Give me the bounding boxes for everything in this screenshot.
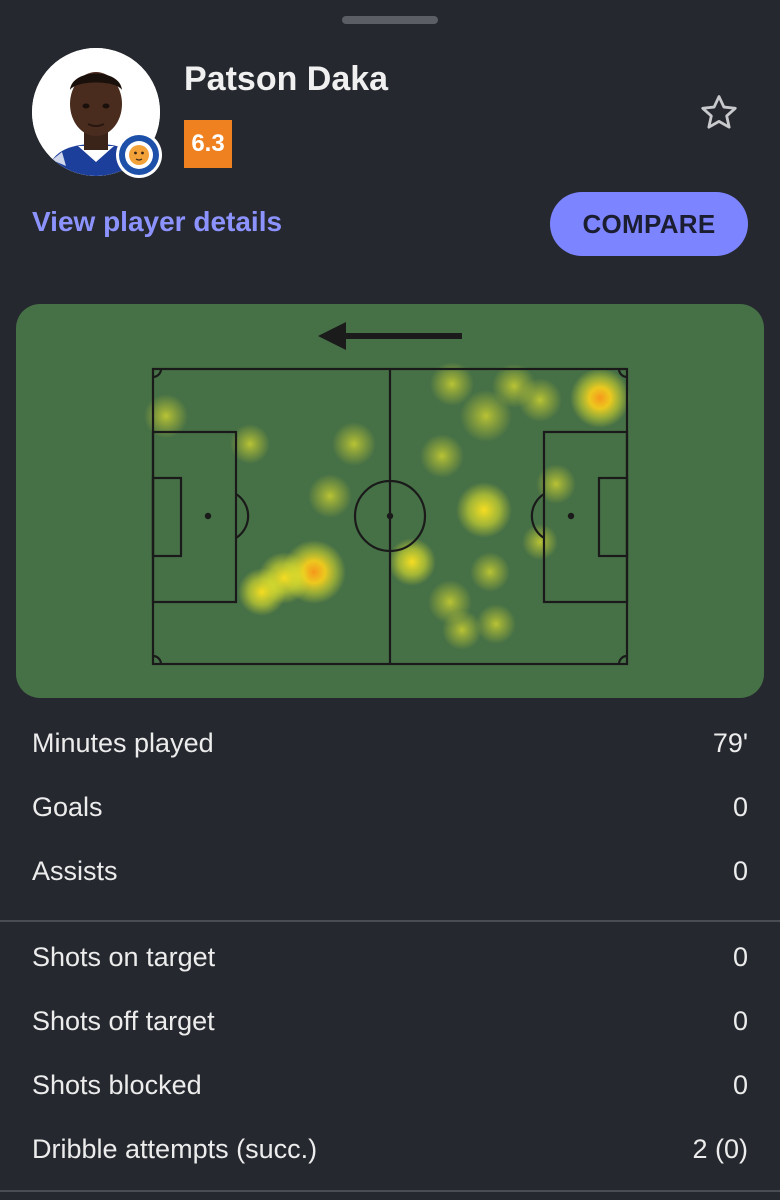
heatmap-card — [16, 304, 764, 698]
stat-row-goals: Goals 0 — [0, 778, 780, 842]
stat-value: 2 (0) — [692, 1134, 748, 1164]
stat-value: 0 — [732, 792, 748, 822]
stat-row-shots-on-target: Shots on target 0 — [0, 928, 780, 992]
arrow-left-icon — [318, 322, 462, 350]
section-divider — [0, 1190, 780, 1192]
stats-list: Minutes played 79' Goals 0 Assists 0 Sho… — [0, 714, 780, 1184]
pitch-spots — [204, 512, 575, 520]
stat-row-shots-off-target: Shots off target 0 — [0, 992, 780, 1056]
stat-row-dribble-attempts: Dribble attempts (succ.) 2 (0) — [0, 1120, 780, 1184]
star-outline-icon[interactable] — [698, 92, 740, 134]
stat-row-shots-blocked: Shots blocked 0 — [0, 1056, 780, 1120]
player-bottom-sheet: Patson Daka 6.3 View player details COMP… — [0, 0, 780, 1200]
stat-label: Shots blocked — [32, 1070, 202, 1100]
compare-button[interactable]: COMPARE — [550, 192, 748, 256]
stat-value: 0 — [732, 856, 748, 886]
stat-value: 0 — [732, 942, 748, 972]
stat-label: Assists — [32, 856, 118, 886]
stat-label: Shots on target — [32, 942, 216, 972]
stat-value: 0 — [732, 1070, 748, 1100]
section-divider — [0, 920, 780, 922]
stat-label: Shots off target — [32, 1006, 215, 1036]
stats-group-general: Minutes played 79' Goals 0 Assists 0 — [0, 714, 780, 906]
rating-badge: 6.3 — [184, 120, 232, 168]
stat-label: Dribble attempts (succ.) — [32, 1134, 318, 1164]
drag-handle[interactable] — [342, 16, 438, 24]
heatmap-pitch — [144, 322, 630, 666]
stats-group-attack: Shots on target 0 Shots off target 0 Sho… — [0, 924, 780, 1184]
stat-label: Minutes played — [32, 728, 214, 758]
player-name: Patson Daka — [184, 60, 389, 98]
stat-row-assists: Assists 0 — [0, 842, 780, 906]
stat-value: 0 — [732, 1006, 748, 1036]
club-crest-icon — [118, 134, 160, 176]
view-player-details-link[interactable]: View player details — [32, 206, 282, 238]
stat-value: 79' — [712, 728, 748, 758]
stat-row-minutes-played: Minutes played 79' — [0, 714, 780, 778]
heat-spots — [144, 362, 630, 650]
stat-label: Goals — [32, 792, 103, 822]
